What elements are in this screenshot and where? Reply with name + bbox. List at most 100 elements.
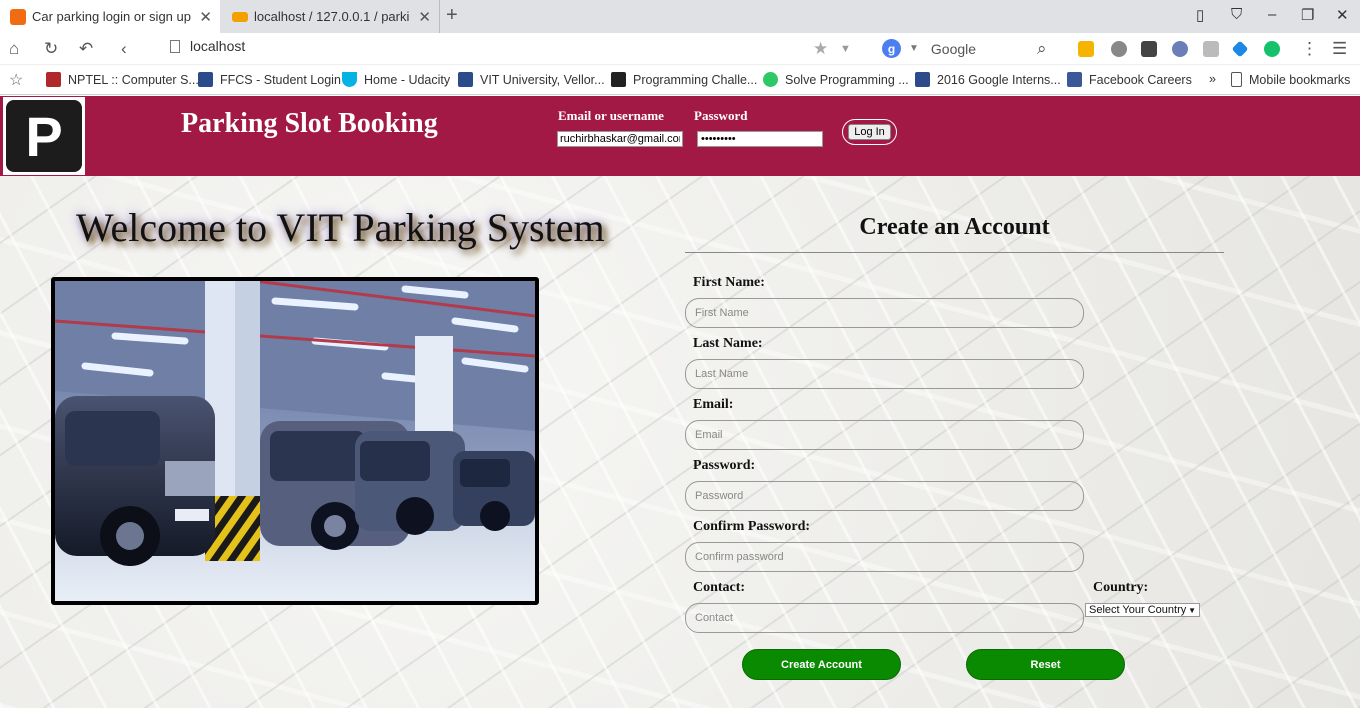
facebook-icon <box>1067 72 1082 87</box>
bookmark-solve-programming[interactable]: Solve Programming ... <box>763 72 909 87</box>
heading-divider <box>685 252 1224 253</box>
search-box[interactable]: g ▼ Google <box>882 39 976 58</box>
login-button-frame: Log In <box>842 119 897 145</box>
password-label: Password: <box>693 458 756 473</box>
site-header: P Parking Slot Booking Email or username… <box>0 96 1360 176</box>
bookmark-label: Solve Programming ... <box>785 72 909 87</box>
bookmark-google-interns[interactable]: 2016 Google Interns... <box>915 72 1061 87</box>
window-close-icon[interactable]: ✕ <box>1336 6 1349 24</box>
parking-logo-letter: P <box>6 100 82 172</box>
bookmark-label: NPTEL :: Computer S... <box>68 72 199 87</box>
first-name-input[interactable]: First Name <box>685 298 1084 328</box>
bookmark-label: 2016 Google Interns... <box>937 72 1061 87</box>
address-bar[interactable]: localhost <box>170 38 245 54</box>
address-text: localhost <box>190 38 246 54</box>
search-icon[interactable]: ⌕ <box>1037 39 1047 59</box>
email-label: Email: <box>693 397 734 412</box>
parking-garage-photo <box>51 277 539 605</box>
login-email-label: Email or username <box>558 108 664 123</box>
contact-label: Contact: <box>693 580 746 595</box>
hackerrank-icon <box>763 72 778 87</box>
bookmark-favicon-icon <box>458 72 473 87</box>
extension-icon[interactable] <box>1172 41 1188 57</box>
bookmark-label: Home - Udacity <box>364 72 451 87</box>
chevron-down-icon: ▼ <box>1188 605 1196 615</box>
star-icon[interactable]: ★ <box>813 39 828 59</box>
tab-phpmyadmin[interactable]: localhost / 127.0.0.1 / parking ✕ <box>222 0 440 33</box>
country-label: Country: <box>1093 580 1149 595</box>
mobile-bookmarks[interactable]: Mobile bookmarks <box>1231 72 1350 87</box>
browser-tab-bar: Car parking login or sign up ✕ localhost… <box>0 0 1360 33</box>
browser-toolbar: ⌂ ↻ ↶ ‹ localhost ★ ▼ g ▼ Google ⌕ ⋮ ☰ <box>0 33 1360 65</box>
login-password-label: Password <box>694 108 748 123</box>
bookmark-favicon-icon <box>198 72 213 87</box>
first-name-label: First Name: <box>693 275 765 290</box>
extension-icon[interactable] <box>1111 41 1127 57</box>
reset-button[interactable]: Reset <box>966 649 1125 680</box>
hackerearth-icon <box>611 72 626 87</box>
site-title: Parking Slot Booking <box>181 108 438 139</box>
bookmark-label: VIT University, Vellor... <box>480 72 605 87</box>
web-page: P Parking Slot Booking Email or username… <box>0 96 1360 708</box>
close-icon[interactable]: ✕ <box>418 8 431 26</box>
home-icon[interactable]: ⌂ <box>9 39 19 59</box>
bookmark-favicon-icon <box>46 72 61 87</box>
create-account-button[interactable]: Create Account <box>742 649 901 680</box>
confirm-password-input[interactable]: Confirm password <box>685 542 1084 572</box>
phone-icon <box>1231 72 1242 87</box>
hamburger-menu-icon[interactable]: ☰ <box>1332 39 1347 59</box>
bookmark-label: Facebook Careers <box>1089 72 1192 87</box>
tab-title: localhost / 127.0.0.1 / parking <box>254 9 409 24</box>
minimize-icon[interactable]: – <box>1268 6 1276 23</box>
bookmarks-bar: ☆ NPTEL :: Computer S... FFCS - Student … <box>0 65 1360 95</box>
confirm-password-label: Confirm Password: <box>693 519 811 534</box>
contact-input[interactable]: Contact <box>685 603 1084 633</box>
email-input[interactable]: Email <box>685 420 1084 450</box>
extension-icon[interactable] <box>1141 41 1157 57</box>
grammarly-icon[interactable] <box>1264 41 1280 57</box>
extension-icon[interactable] <box>1231 40 1249 58</box>
extension-puzzle-icon[interactable]: ⛉ <box>1231 6 1242 23</box>
welcome-heading: Welcome to VIT Parking System <box>76 205 605 250</box>
restore-icon[interactable]: ❐ <box>1301 6 1314 24</box>
more-bookmarks-button[interactable]: » <box>1209 72 1216 86</box>
parking-logo: P <box>3 97 85 175</box>
undo-icon[interactable]: ↶ <box>79 39 93 59</box>
bookmark-udacity[interactable]: Home - Udacity <box>342 72 450 87</box>
password-input[interactable]: Password <box>685 481 1084 511</box>
reload-icon[interactable]: ↻ <box>44 39 58 59</box>
login-password-input[interactable] <box>697 131 823 147</box>
extension-icon[interactable] <box>1203 41 1219 57</box>
country-select-value: Select Your Country <box>1089 604 1187 616</box>
bookmark-facebook-careers[interactable]: Facebook Careers <box>1067 72 1192 87</box>
country-select[interactable]: Select Your Country ▼ <box>1085 603 1200 617</box>
udacity-icon <box>342 72 357 87</box>
create-account-heading: Create an Account <box>859 214 1050 240</box>
chevron-down-icon[interactable]: ▼ <box>840 43 851 55</box>
last-name-label: Last Name: <box>693 336 763 351</box>
bookmark-label: FFCS - Student Login <box>220 72 341 87</box>
search-placeholder: Google <box>930 40 977 57</box>
main-content: Welcome to VIT Parking System Create an … <box>0 176 1360 708</box>
reading-mode-icon[interactable]: ▯ <box>1196 6 1204 24</box>
xampp-icon <box>10 8 26 25</box>
extension-icon[interactable] <box>1078 41 1094 57</box>
bookmark-label: Mobile bookmarks <box>1249 72 1351 87</box>
bookmark-vit[interactable]: VIT University, Vellor... <box>458 72 605 87</box>
login-email-input[interactable] <box>557 131 683 147</box>
bookmark-label: Programming Challe... <box>633 72 758 87</box>
kebab-menu-icon[interactable]: ⋮ <box>1301 39 1318 59</box>
tab-car-parking[interactable]: Car parking login or sign up ✕ <box>0 0 220 33</box>
page-icon <box>170 39 180 53</box>
bookmark-ffcs[interactable]: FFCS - Student Login <box>198 72 341 87</box>
new-tab-icon[interactable]: + <box>446 4 458 27</box>
bookmark-nptel[interactable]: NPTEL :: Computer S... <box>46 72 199 87</box>
last-name-input[interactable]: Last Name <box>685 359 1084 389</box>
search-engine-icon: g <box>882 39 901 58</box>
close-icon[interactable]: ✕ <box>199 8 212 26</box>
login-button[interactable]: Log In <box>848 124 891 140</box>
tab-title: Car parking login or sign up <box>32 9 191 24</box>
back-icon[interactable]: ‹ <box>121 39 127 59</box>
bookmark-programming-challenges[interactable]: Programming Challe... <box>611 72 757 87</box>
star-icon[interactable]: ☆ <box>9 70 23 90</box>
